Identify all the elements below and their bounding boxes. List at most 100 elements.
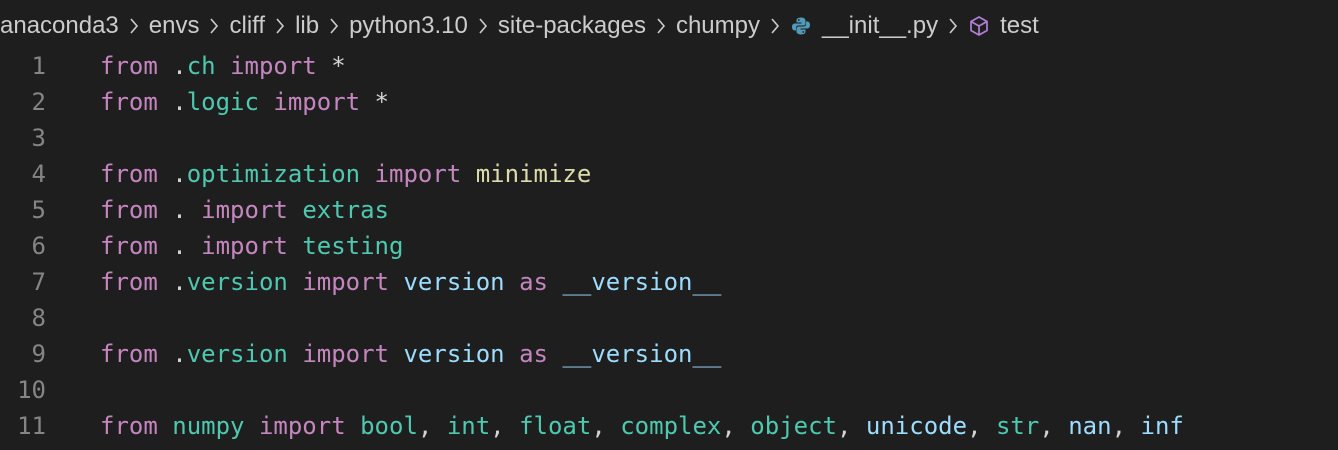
breadcrumb-item-lib[interactable]: lib — [295, 12, 319, 40]
code-line[interactable]: 8 — [0, 300, 1338, 336]
breadcrumb: anaconda3 envs cliff lib python3.10 site… — [0, 0, 1338, 52]
breadcrumb-item-python[interactable]: python3.10 — [349, 12, 468, 40]
code-line[interactable]: 6 from . import testing — [0, 228, 1338, 264]
code-token: . — [157, 232, 202, 260]
code-token: . — [157, 88, 187, 116]
code-line[interactable]: 2 from .logic import * — [0, 84, 1338, 120]
code-token: from — [100, 88, 158, 116]
code-line[interactable]: 11 from numpy import bool, int, float, co… — [0, 408, 1338, 444]
code-line[interactable]: 5 from . import extras — [0, 192, 1338, 228]
code-token: logic — [186, 88, 259, 116]
line-number: 11 — [17, 412, 46, 440]
code-token: from — [100, 340, 158, 368]
code-token: , — [1039, 412, 1069, 440]
chevron-right-icon — [199, 14, 229, 38]
breadcrumb-item-anaconda3[interactable]: anaconda3 — [0, 12, 119, 40]
code-token: unicode — [865, 412, 968, 440]
code-token: , — [967, 412, 996, 440]
breadcrumb-item-label: anaconda3 — [0, 12, 119, 39]
code-token: import — [230, 52, 317, 80]
code-token: version — [403, 340, 505, 368]
code-text: from .optimization import minimize — [100, 160, 591, 188]
line-number: 1 — [31, 52, 46, 80]
code-token: . — [157, 196, 202, 224]
line-number: 9 — [31, 340, 46, 368]
code-token: __version__ — [562, 268, 722, 296]
chevron-right-icon — [760, 14, 790, 38]
code-token: version — [186, 268, 288, 296]
line-number: 8 — [31, 304, 46, 332]
code-token: complex — [620, 412, 722, 440]
chevron-right-icon — [119, 14, 149, 38]
breadcrumb-item-site-packages[interactable]: site-packages — [498, 12, 646, 40]
code-token: numpy — [172, 412, 245, 440]
code-token: . — [157, 160, 187, 188]
code-token: . — [157, 340, 187, 368]
breadcrumb-item-cliff[interactable]: cliff — [229, 12, 265, 40]
code-line[interactable]: 10 — [0, 372, 1338, 408]
code-token: testing — [302, 232, 404, 260]
line-number: 2 — [31, 88, 46, 116]
breadcrumb-item-file[interactable]: __init__.py — [790, 12, 938, 40]
code-text: from .logic import * — [100, 88, 389, 116]
code-token: , — [1111, 412, 1141, 440]
breadcrumb-item-label: cliff — [229, 12, 266, 39]
breadcrumb-item-label: site-packages — [497, 12, 646, 39]
code-line[interactable]: 4 from .optimization import minimize — [0, 156, 1338, 192]
code-token: ch — [186, 52, 216, 80]
breadcrumb-item-envs[interactable]: envs — [149, 12, 200, 40]
breadcrumb-item-chumpy[interactable]: chumpy — [676, 12, 760, 40]
code-token: , — [490, 412, 520, 440]
code-line[interactable]: 3 — [0, 120, 1338, 156]
breadcrumb-symbol-label: test — [1000, 12, 1039, 39]
code-text: from .version import version as __versio… — [100, 268, 721, 296]
code-text: from . import testing — [100, 232, 403, 260]
code-token: object — [750, 412, 837, 440]
code-token: import — [258, 412, 346, 440]
code-token: import — [374, 160, 462, 188]
code-token: import — [201, 232, 288, 260]
code-token: import — [302, 268, 390, 296]
code-text: from numpy import bool, int, float, comp… — [100, 412, 1184, 440]
code-line[interactable]: 1 from .ch import * — [0, 48, 1338, 84]
cube-icon — [968, 14, 990, 38]
code-token: from — [100, 160, 158, 188]
code-token: minimize — [475, 160, 592, 188]
code-token: from — [100, 196, 158, 224]
breadcrumb-item-label: envs — [148, 12, 200, 39]
code-text: from .version import version as __versio… — [100, 340, 721, 368]
code-token: from — [100, 52, 158, 80]
code-token: , — [721, 412, 751, 440]
code-token: * — [316, 52, 346, 80]
code-token: . — [157, 268, 187, 296]
code-token: * — [360, 88, 390, 116]
code-token: , — [591, 412, 621, 440]
line-number: 10 — [17, 376, 46, 404]
code-token: inf — [1140, 412, 1184, 440]
code-token: as — [519, 340, 548, 368]
code-token: import — [273, 88, 361, 116]
code-line[interactable]: 7 from .version import version as __versi… — [0, 264, 1338, 300]
code-editor[interactable]: 1 from .ch import * 2 from .logic import * 3… — [0, 48, 1338, 450]
code-token: optimization — [186, 160, 361, 188]
code-line[interactable]: 9 from .version import version as __versi… — [0, 336, 1338, 372]
python-icon — [790, 14, 812, 38]
code-token: from — [100, 268, 158, 296]
breadcrumb-item-symbol[interactable]: test — [968, 12, 1039, 40]
